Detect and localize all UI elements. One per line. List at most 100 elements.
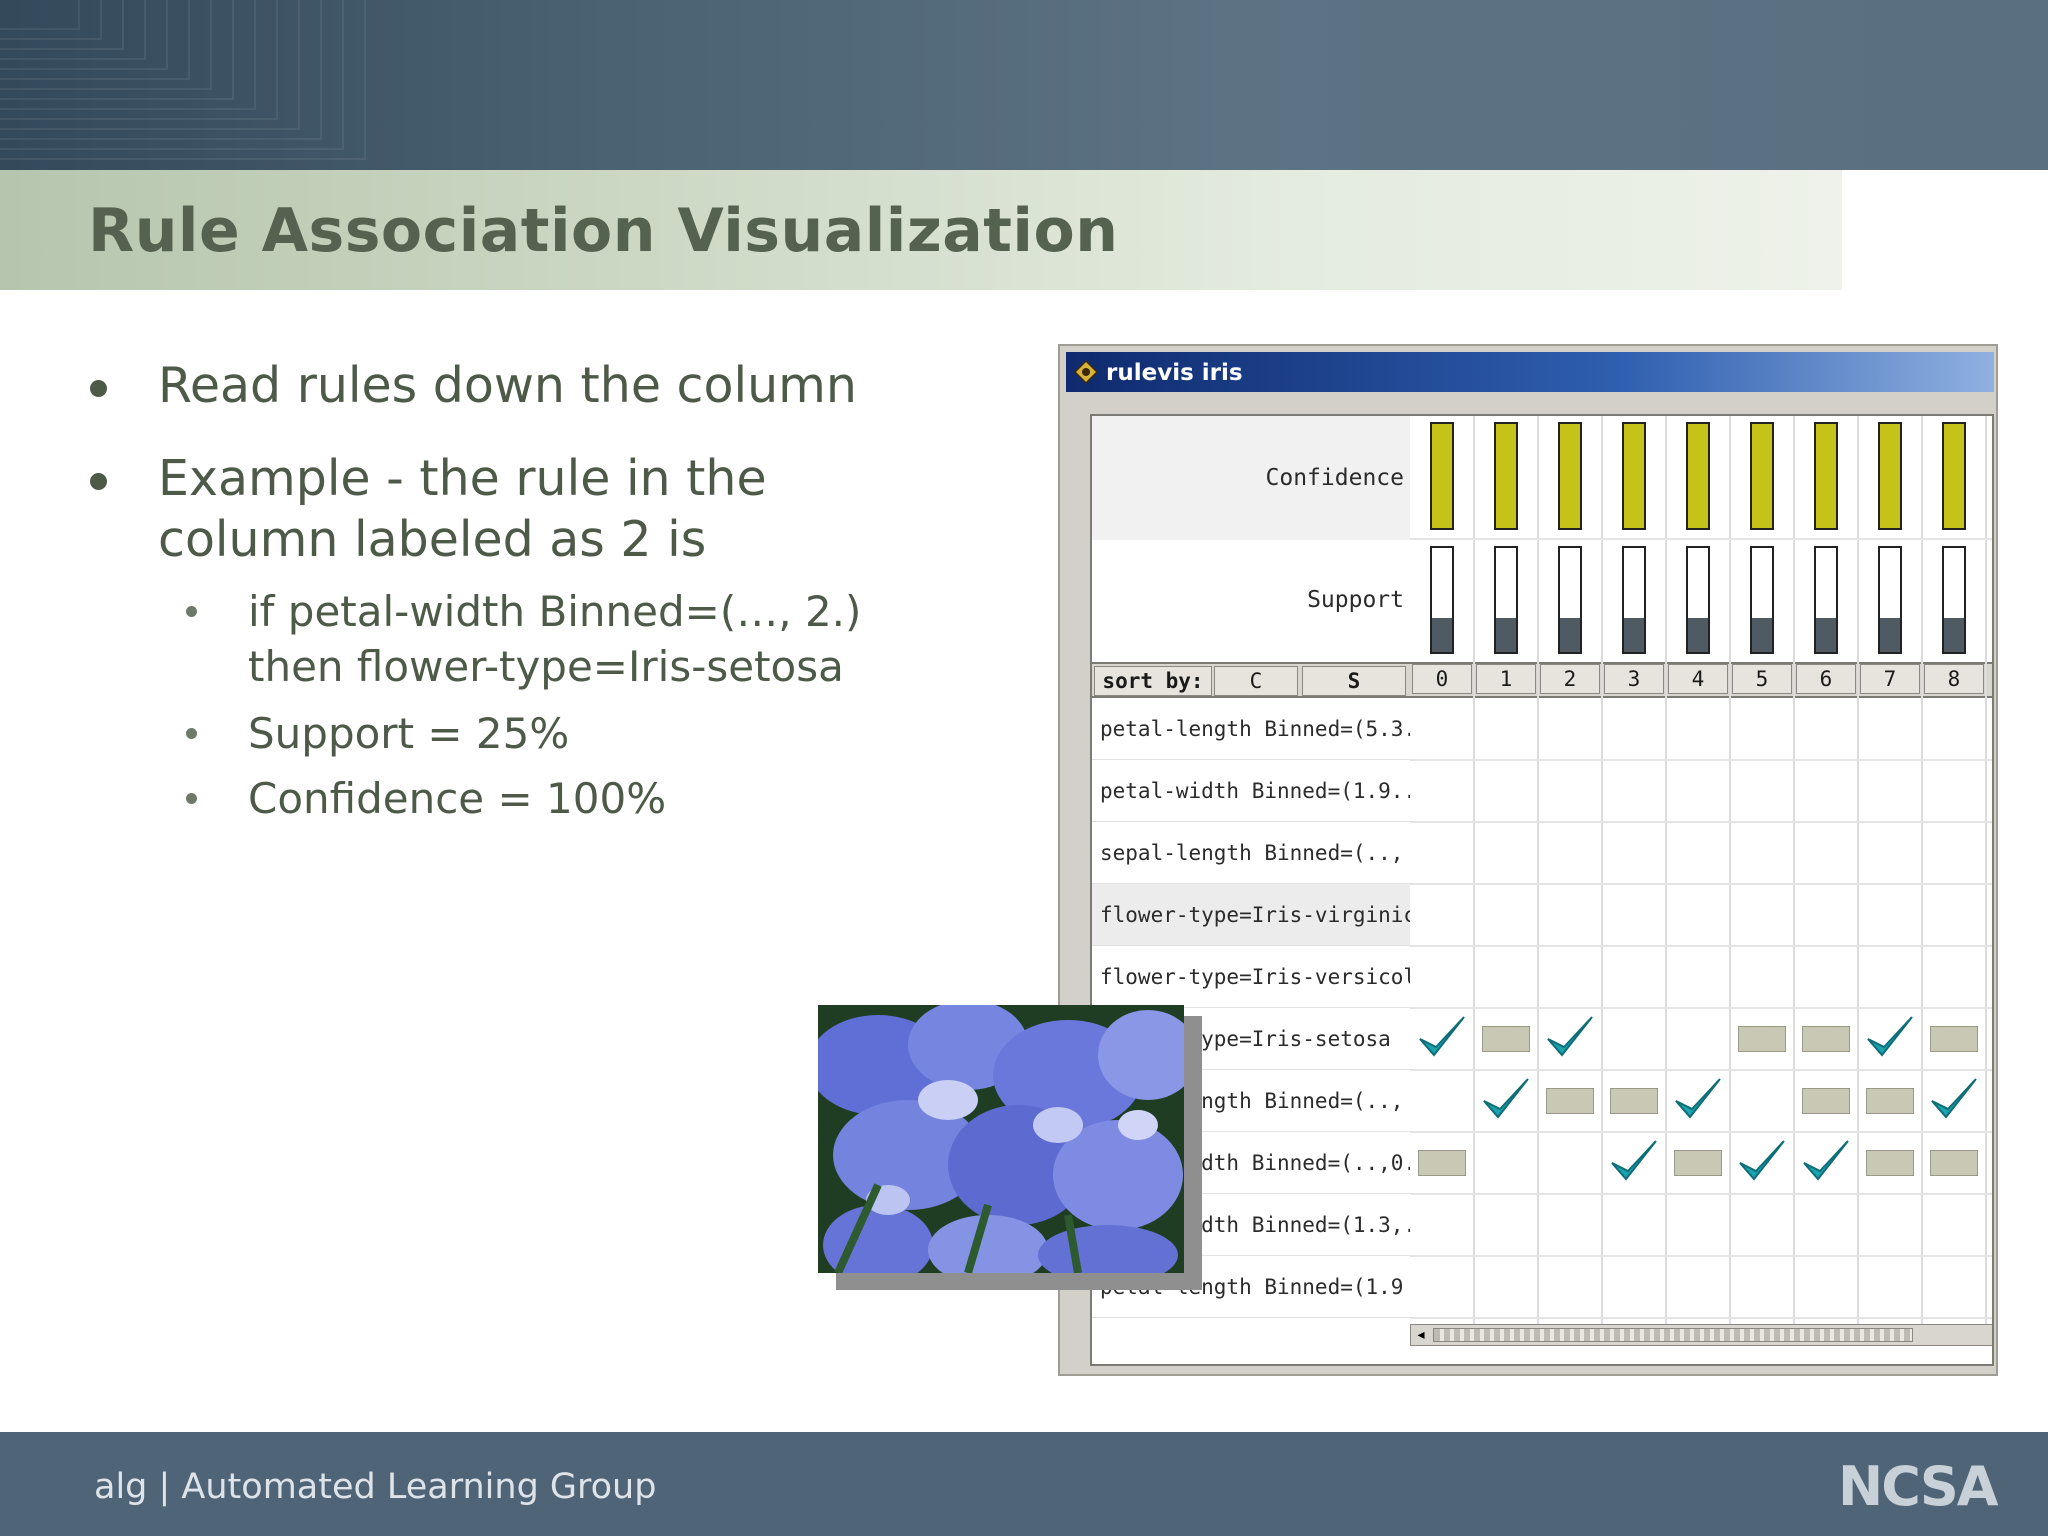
footer-text: alg | Automated Learning Group xyxy=(94,1467,657,1507)
bullet-item: Read rules down the column xyxy=(86,355,986,416)
confidence-fill xyxy=(1624,424,1644,528)
confidence-label: Confidence xyxy=(1092,416,1410,540)
iris-flower-photo xyxy=(818,1005,1184,1273)
window-titlebar[interactable]: rulevis iris xyxy=(1066,352,1994,392)
column-divider xyxy=(1665,416,1667,1324)
support-bar xyxy=(1622,546,1646,654)
premise-cell xyxy=(1866,1088,1914,1114)
premise-cell xyxy=(1802,1026,1850,1052)
column-divider xyxy=(1473,416,1475,1324)
rule-column-header[interactable]: 3 xyxy=(1604,664,1664,694)
confidence-fill xyxy=(1880,424,1900,528)
row-divider xyxy=(1410,883,1992,885)
ncsa-logo: NCSA xyxy=(1838,1455,1999,1518)
confidence-bar xyxy=(1750,422,1774,530)
rule-column-header[interactable]: 4 xyxy=(1668,664,1728,694)
row-divider xyxy=(1410,1193,1992,1195)
consequent-check-icon xyxy=(1931,1078,1977,1119)
sort-support-button[interactable]: S xyxy=(1302,666,1406,696)
rule-row-label[interactable]: petal-width Binned=(1.9..] xyxy=(1092,760,1410,822)
confidence-bar xyxy=(1622,422,1646,530)
support-fill xyxy=(1496,618,1516,652)
rule-row-label[interactable]: sepal-length Binned=(.., .. xyxy=(1092,822,1410,884)
sub-bullet-item: Confidence = 100% xyxy=(86,771,986,826)
support-fill xyxy=(1880,618,1900,652)
rule-row-label[interactable]: petal-length Binned=(5.3.. xyxy=(1092,698,1410,760)
rule-column-header[interactable]: 0 xyxy=(1412,664,1472,694)
confidence-fill xyxy=(1432,424,1452,528)
app-icon xyxy=(1074,360,1098,384)
rule-row-label[interactable]: flower-type=Iris-virginica xyxy=(1092,884,1410,946)
rule-column-header[interactable]: 8 xyxy=(1924,664,1984,694)
rule-column-header[interactable]: 6 xyxy=(1796,664,1856,694)
rule-column-header[interactable]: 5 xyxy=(1732,664,1792,694)
support-bar xyxy=(1494,546,1518,654)
rule-table: Confidence Support sort by: C S ◂ 012345… xyxy=(1090,414,1994,1366)
row-divider xyxy=(1410,759,1992,761)
premise-cell xyxy=(1930,1026,1978,1052)
header-divider xyxy=(1410,538,1992,540)
row-divider xyxy=(1410,1069,1992,1071)
premise-cell xyxy=(1546,1088,1594,1114)
confidence-bar xyxy=(1878,422,1902,530)
support-bar xyxy=(1814,546,1838,654)
bullet-list: Read rules down the column Example - the… xyxy=(86,355,986,836)
support-bar xyxy=(1430,546,1454,654)
scroll-left-icon[interactable]: ◂ xyxy=(1413,1327,1429,1343)
column-divider xyxy=(1537,416,1539,1324)
bullet-text: Read rules down the column xyxy=(158,357,857,414)
support-bar xyxy=(1750,546,1774,654)
row-divider xyxy=(1410,1255,1992,1257)
sub-bullet-dot xyxy=(186,606,197,617)
row-divider xyxy=(1410,1131,1992,1133)
rule-column-header[interactable]: 2 xyxy=(1540,664,1600,694)
row-divider xyxy=(1410,1007,1992,1009)
support-fill xyxy=(1560,618,1580,652)
banner-stripe xyxy=(0,0,366,160)
bullet-dot xyxy=(90,473,107,490)
consequent-check-icon xyxy=(1547,1016,1593,1057)
premise-cell xyxy=(1930,1150,1978,1176)
bullet-dot xyxy=(90,380,107,397)
column-divider xyxy=(1601,416,1603,1324)
premise-cell xyxy=(1866,1150,1914,1176)
confidence-fill xyxy=(1688,424,1708,528)
sort-confidence-button[interactable]: C xyxy=(1214,666,1298,696)
confidence-bar xyxy=(1494,422,1518,530)
horizontal-scrollbar[interactable]: ◂ xyxy=(1410,1324,1992,1346)
premise-cell xyxy=(1482,1026,1530,1052)
sub-bullet-dot xyxy=(186,793,197,804)
sub-bullet-text: Confidence = 100% xyxy=(248,774,667,823)
support-label: Support xyxy=(1092,540,1410,660)
column-divider xyxy=(1857,416,1859,1324)
scroll-thumb[interactable] xyxy=(1433,1328,1913,1342)
confidence-bar xyxy=(1558,422,1582,530)
premise-cell xyxy=(1674,1150,1722,1176)
rule-row-label[interactable]: flower-type=Iris-versicolor xyxy=(1092,946,1410,1008)
confidence-bar xyxy=(1686,422,1710,530)
sub-bullet-dot xyxy=(186,728,197,739)
support-fill xyxy=(1752,618,1772,652)
rule-column-header[interactable]: 7 xyxy=(1860,664,1920,694)
confidence-fill xyxy=(1752,424,1772,528)
confidence-fill xyxy=(1496,424,1516,528)
column-divider xyxy=(1729,416,1731,1324)
confidence-bar xyxy=(1942,422,1966,530)
support-bar xyxy=(1878,546,1902,654)
row-divider xyxy=(1410,945,1992,947)
consequent-check-icon xyxy=(1419,1016,1465,1057)
support-fill xyxy=(1432,618,1452,652)
premise-cell xyxy=(1610,1088,1658,1114)
rule-column-header[interactable]: 1 xyxy=(1476,664,1536,694)
confidence-bar xyxy=(1814,422,1838,530)
support-fill xyxy=(1816,618,1836,652)
support-bar xyxy=(1942,546,1966,654)
window-title: rulevis iris xyxy=(1106,360,1243,386)
support-fill xyxy=(1688,618,1708,652)
consequent-check-icon xyxy=(1867,1016,1913,1057)
bullet-text: Example - the rule in the column labeled… xyxy=(158,450,767,568)
row-divider xyxy=(1410,1317,1992,1319)
consequent-check-icon xyxy=(1803,1140,1849,1181)
confidence-bar xyxy=(1430,422,1454,530)
bullet-item: Example - the rule in the column labeled… xyxy=(86,448,986,570)
